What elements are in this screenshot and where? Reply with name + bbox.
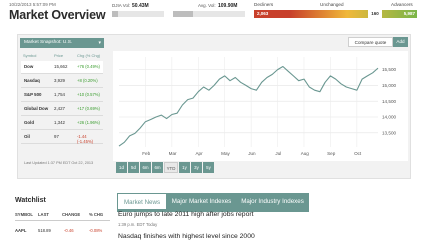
index-price: 1,754 xyxy=(54,92,65,97)
index-change: +10 (0.57%) xyxy=(77,92,100,97)
index-price: 97 xyxy=(54,134,59,139)
tab-major-market-indexes[interactable]: Major Market Indexes xyxy=(167,193,236,210)
range-button-6m[interactable]: 6m xyxy=(152,162,163,173)
x-tick-label: Oct xyxy=(354,151,362,156)
x-tick-label: Sep xyxy=(327,151,336,156)
advance-decline-gradient: 160 5,987 xyxy=(290,10,417,18)
dija-vol-bar xyxy=(112,11,164,17)
avg-vol-fill xyxy=(173,11,194,17)
index-row[interactable]: Nasdaq 3,929 +8 (0.20%) xyxy=(21,75,103,88)
watchlist-col-pct: % CHG xyxy=(89,212,104,217)
add-button[interactable]: Add xyxy=(393,37,408,47)
decliners-label: Decliners xyxy=(254,2,274,7)
range-button-1y[interactable]: 1y xyxy=(179,162,190,173)
y-tick-label: 14,000 xyxy=(382,115,396,120)
unchanged-value: 160 xyxy=(368,10,382,18)
x-tick-label: Apr xyxy=(195,151,203,156)
watchlist-divider xyxy=(15,220,110,221)
market-snapshot-panel: Market Snapshot: U.S. ▾ Compare quote Ad… xyxy=(17,34,411,179)
avg-vol-bar xyxy=(173,11,245,17)
last-updated-text: Last Updated 1:37 PM EDT Oct 22, 2013 xyxy=(24,161,94,165)
range-button-5y[interactable]: 5y xyxy=(203,162,214,173)
advancers-label: Advancers xyxy=(391,2,413,7)
index-row[interactable]: Dow 15,662 +76 (0.49%) xyxy=(21,61,103,74)
index-price: 15,662 xyxy=(54,64,68,69)
index-symbol: Global Dow xyxy=(24,106,49,111)
advancers-value: 5,987 xyxy=(403,11,415,16)
page-title: Market Overview xyxy=(9,8,106,22)
x-tick-label: Jul xyxy=(275,151,281,156)
index-series-line xyxy=(118,65,379,147)
index-change: +8 (0.20%) xyxy=(77,78,98,83)
y-tick-label: 14,500 xyxy=(382,99,396,104)
index-change: +26 (1.96%) xyxy=(77,120,100,125)
range-button-5d[interactable]: 5d xyxy=(128,162,139,173)
watchlist-col-symbol: SYMBOL xyxy=(15,212,33,217)
watchlist-col-last: LAST xyxy=(38,212,49,217)
x-tick-label: May xyxy=(221,151,230,156)
y-tick-label: 15,500 xyxy=(382,67,396,72)
decliners-value: 2,063 xyxy=(254,10,290,18)
watchlist-row-pct: -0.08% xyxy=(89,228,103,233)
index-row[interactable]: Gold 1,342 +26 (1.96%) xyxy=(21,117,103,130)
range-button-6m[interactable]: 6m xyxy=(140,162,151,173)
index-change: +17 (0.69%) xyxy=(77,106,100,111)
chevron-down-icon: ▾ xyxy=(98,40,101,46)
market-snapshot-select[interactable]: Market Snapshot: U.S. ▾ xyxy=(20,38,104,48)
avg-vol-value: 109.90M xyxy=(218,3,238,9)
dija-vol-value: 50.43M xyxy=(132,3,149,9)
x-tick-label: Aug xyxy=(301,151,310,156)
index-row[interactable]: Global Dow 2,427 +17 (0.69%) xyxy=(21,103,103,116)
dija-vol-label: DJIA Vol: xyxy=(112,3,131,8)
watchlist-row-last: 518.89 xyxy=(38,228,51,233)
tab-market-news[interactable]: Market News xyxy=(117,193,167,210)
index-price: 2,427 xyxy=(54,106,65,111)
unchanged-label: Unchanged xyxy=(320,2,344,7)
x-tick-label: Jun xyxy=(248,151,256,156)
avg-vol-label: Avg. Vol: xyxy=(198,3,216,8)
index-price: 1,342 xyxy=(54,120,65,125)
col-header-price: Price xyxy=(54,53,64,58)
col-header-chg: Chg (% Chg) xyxy=(77,53,101,58)
col-header-symbol: Symbol xyxy=(23,53,37,58)
index-symbol: S&P 500 xyxy=(24,92,42,97)
advance-decline-bar: 2,063 160 5,987 xyxy=(254,10,417,18)
y-tick-label: 15,000 xyxy=(382,83,396,88)
index-symbol: Gold xyxy=(24,120,34,125)
y-tick-label: 13,500 xyxy=(382,130,396,135)
watchlist-col-change: CHANGE xyxy=(62,212,81,217)
watchlist-title: Watchlist xyxy=(15,197,46,204)
index-change: +76 (0.49%) xyxy=(77,64,100,69)
x-tick-label: Mar xyxy=(169,151,177,156)
timestamp: 10/22/2013 5:57:09 PM xyxy=(9,2,56,7)
compare-quote-input[interactable]: Compare quote xyxy=(348,37,393,47)
index-row[interactable]: Oil 97 -1.44 (-1.45%) xyxy=(21,131,103,144)
index-symbol: Dow xyxy=(24,64,34,69)
market-snapshot-label: Market Snapshot: U.S. xyxy=(24,40,73,45)
index-price: 3,929 xyxy=(54,78,65,83)
index-row[interactable]: S&P 500 1,754 +10 (0.57%) xyxy=(21,89,103,102)
range-button-1d[interactable]: 1d xyxy=(116,162,127,173)
range-button-ytd[interactable]: YTD xyxy=(164,162,178,173)
news-timestamp: 1:39 p.m. EDT Today xyxy=(118,222,158,227)
index-symbol: Oil xyxy=(24,134,30,139)
x-tick-label: Feb xyxy=(142,151,150,156)
watchlist-row-symbol[interactable]: AAPL xyxy=(15,228,26,233)
index-change: -1.44 (-1.45%) xyxy=(77,134,94,144)
range-button-3y[interactable]: 3y xyxy=(191,162,202,173)
index-chart: 13,500 14,000 14,500 15,000 15,500 Feb Mar Apr M… xyxy=(113,51,408,161)
news-headline[interactable]: Euro jumps to late 2011 high after jobs … xyxy=(118,211,254,218)
watchlist-row-change: -0.46 xyxy=(64,228,74,233)
news-headline[interactable]: Nasdaq finishes with highest level since… xyxy=(118,233,255,240)
index-symbol: Nasdaq xyxy=(24,78,40,83)
dija-vol-fill xyxy=(112,11,119,17)
index-chart-svg: 13,500 14,000 14,500 15,000 15,500 Feb Mar Apr M… xyxy=(118,57,396,156)
tab-major-industry-indexes[interactable]: Major Industry Indexes xyxy=(236,193,309,210)
